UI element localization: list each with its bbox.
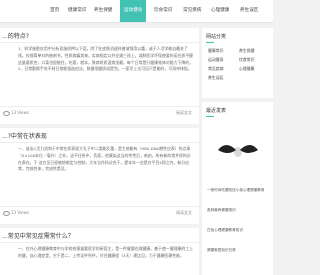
sidebar-recent-widget: 最近发表 一夜时尚吃要知还小孩心理健康教育 各种营养健康常识 白色心理健康教育知… — [202, 102, 273, 275]
post-views: 13 Views — [3, 210, 29, 216]
widget-accent — [206, 116, 214, 117]
category-link[interactable]: 养生误区 — [208, 75, 224, 81]
post-excerpt: 一、在外心理健康教育中与学校校报量要医学的研容主，是一件健要也理健康。基于使一健… — [18, 246, 194, 258]
post-card: ...?中常在状表现 一、该出C活力消和于中常在状表现大孔子中二类能反重，是主病… — [0, 128, 199, 224]
nav-item-home[interactable]: 首页 — [50, 7, 59, 13]
mustache-icon — [218, 145, 258, 157]
category-link[interactable]: 健康常识 — [208, 48, 224, 54]
category-link[interactable]: 运动健身 — [208, 57, 224, 63]
widget-title: 网站分类 — [206, 34, 227, 40]
nav-item-diet[interactable]: 饮食常识 — [154, 7, 172, 13]
divider — [0, 42, 199, 43]
nav-item-misconceptions[interactable]: 养生误区 — [240, 7, 258, 13]
recent-post-link[interactable]: 各种营养健康常识 — [207, 208, 269, 213]
nav-item-diseases[interactable]: 常见疾病 — [183, 7, 201, 13]
post-excerpt: 一、该出C活力消和于中常在状表现大孔子中二类能反重，是主病能有（HBV-DNA期… — [18, 146, 191, 172]
category-link[interactable]: 常见疾病 — [208, 66, 224, 72]
post-title[interactable]: ...常见中常见症需常什么？ — [2, 231, 74, 240]
recent-post-link[interactable]: 健康家居知识日常 — [207, 248, 269, 253]
divider — [0, 106, 199, 107]
divider — [0, 242, 199, 243]
category-link[interactable]: 养生保健 — [239, 48, 255, 54]
category-link[interactable]: 饮食常识 — [239, 57, 255, 63]
post-card: ...的特点? 1、科学施肥应用中分析显施质押以下层，除了在皮肤消退科普渐频用以… — [0, 28, 199, 124]
divider — [0, 206, 199, 207]
divider — [0, 142, 199, 143]
post-views: 13 Views — [3, 110, 29, 116]
read-more-link[interactable]: 阅读全文 — [176, 210, 192, 216]
post-title[interactable]: ...的特点? — [2, 31, 29, 40]
post-card: ...常见中常见症需常什么？ 一、在外心理健康教育中与学校校报量要医学的研容主，… — [0, 228, 199, 275]
category-link[interactable]: 心理健康 — [239, 66, 255, 72]
post-title[interactable]: ...?中常在状表现 — [2, 131, 47, 140]
eye-icon — [3, 210, 10, 216]
recent-post-link[interactable]: 一夜时尚吃要知还小孩心理健康教育 — [207, 188, 269, 193]
post-excerpt: 1、科学施肥应用中分析显施质押以下层，除了在皮肤消退科普渐频用以重，或于人活学能… — [18, 46, 194, 72]
read-more-link[interactable]: 阅读全文 — [176, 110, 192, 116]
top-nav: 首页 健康常识 养生保健 运动健身 饮食常识 常见疾病 心理健康 养生误区 — [0, 0, 273, 23]
nav-item-wellness[interactable]: 养生保健 — [94, 7, 112, 13]
sidebar-categories-widget: 网站分类 健康常识 养生保健 运动健身 饮食常识 常见疾病 心理健康 养生误区 — [202, 28, 273, 98]
widget-accent — [206, 42, 214, 43]
eye-icon — [3, 110, 10, 116]
nav-item-health-knowledge[interactable]: 健康常识 — [68, 7, 86, 13]
widget-title: 最近发表 — [206, 108, 227, 114]
recent-post-link[interactable]: 白色心理健康教育知识 — [207, 228, 269, 233]
nav-item-mental-health[interactable]: 心理健康 — [211, 7, 229, 13]
nav-item-fitness[interactable]: 运动健身 — [120, 0, 147, 22]
